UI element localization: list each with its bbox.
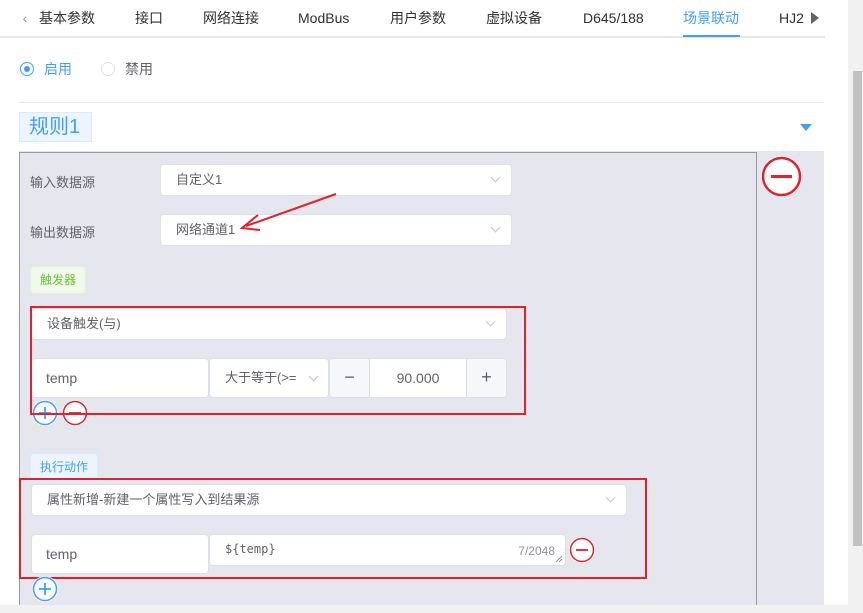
plus-circle-icon [32,400,58,426]
input-source-label: 输入数据源 [30,175,96,190]
tab-user-params[interactable]: 用户参数 [390,0,446,36]
trigger-operator-value: 大于等于(>= [225,370,297,385]
input-source-value: 自定义1 [176,172,223,187]
trigger-type-value: 设备触发(与) [47,316,121,331]
chevron-down-icon [605,492,616,503]
tab-hj2[interactable]: HJ2 [779,0,804,36]
output-source-label: 输出数据源 [30,225,96,240]
action-tag: 执行动作 [30,453,99,481]
trigger-type-select[interactable]: 设备触发(与) [31,308,507,340]
chevron-down-icon [490,222,501,233]
tab-scroll-next-icon[interactable] [809,10,821,26]
minus-circle-icon [761,156,802,197]
radio-disable-label: 禁用 [125,61,153,77]
tab-bar: ‹ 基本参数 接口 网络连接 ModBus 用户参数 虚拟设备 D645/188… [0,0,825,38]
tab-network[interactable]: 网络连接 [203,0,259,36]
trigger-operator-select[interactable]: 大于等于(>= [209,358,329,398]
char-counter: 7/2048 [518,544,555,558]
chevron-down-icon [485,316,496,327]
active-tab-indicator [683,35,740,37]
output-source-value: 网络通道1 [176,222,236,237]
radio-disable[interactable]: 禁用 [101,60,153,78]
decrement-button[interactable]: − [330,359,370,397]
remove-trigger-button[interactable] [62,400,88,426]
tab-scene-linkage[interactable]: 场景联动 [683,0,739,36]
tab-d645[interactable]: D645/188 [583,0,644,36]
radio-checked-icon [20,62,34,76]
increment-button[interactable]: + [466,359,506,397]
action-field-input[interactable]: temp [31,534,209,574]
radio-enable[interactable]: 启用 [20,60,72,78]
collapse-caret-icon[interactable] [800,124,812,131]
remove-action-button[interactable] [569,537,595,563]
tab-modbus[interactable]: ModBus [298,0,349,36]
radio-unchecked-icon [101,62,115,76]
rule-title: 规则1 [19,112,92,142]
divider [18,102,824,103]
vertical-scrollbar-thumb[interactable] [853,71,862,546]
annotation-arrow-icon [239,193,337,231]
trigger-tag: 触发器 [30,266,87,294]
minus-circle-icon [569,537,595,563]
tab-scroll-prev-icon[interactable]: ‹ [18,9,32,27]
action-expression-textarea[interactable]: ${temp} 7/2048 [209,534,566,566]
radio-enable-label: 启用 [44,61,72,77]
action-expression-value: ${temp} [225,542,276,556]
add-action-button[interactable] [32,576,58,602]
action-type-select[interactable]: 属性新增-新建一个属性写入到结果源 [31,484,627,516]
resize-grip-icon[interactable] [555,555,563,563]
tab-interface[interactable]: 接口 [135,0,163,36]
rule-panel-side [757,152,824,613]
trigger-field-input[interactable]: temp [31,358,209,398]
tab-virtual-device[interactable]: 虚拟设备 [486,0,542,36]
add-trigger-button[interactable] [32,400,58,426]
chevron-down-icon [490,172,501,183]
tab-basic-params[interactable]: 基本参数 [39,0,95,36]
action-type-value: 属性新增-新建一个属性写入到结果源 [47,492,260,507]
plus-circle-icon [32,576,58,602]
minus-circle-icon [62,400,88,426]
trigger-value[interactable]: 90.000 [370,359,466,397]
chevron-down-icon [308,371,319,382]
remove-rule-button[interactable] [761,156,802,197]
trigger-value-stepper[interactable]: − 90.000 + [329,358,507,398]
horizontal-scrollbar-track[interactable] [0,605,848,613]
